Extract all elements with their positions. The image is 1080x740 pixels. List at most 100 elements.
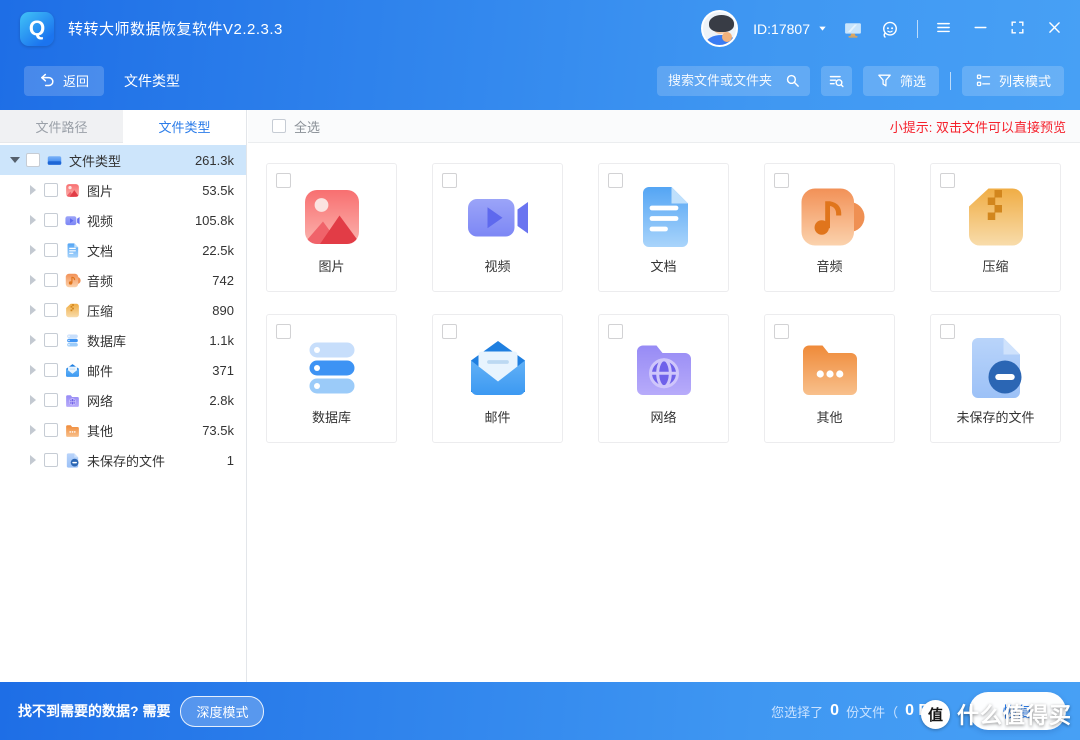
- card-label: 其他: [816, 407, 842, 426]
- tree-item-checkbox[interactable]: [44, 273, 58, 287]
- mail-icon: [462, 332, 534, 404]
- menu-icon[interactable]: [935, 19, 955, 39]
- deep-mode-button[interactable]: 深度模式: [180, 696, 264, 727]
- expand-arrow-icon[interactable]: [28, 275, 38, 285]
- filter-button[interactable]: 筛选: [863, 66, 939, 96]
- tree-item-checkbox[interactable]: [44, 303, 58, 317]
- file-type-card[interactable]: 视频: [432, 163, 563, 292]
- card-label: 网络: [650, 407, 676, 426]
- file-type-card[interactable]: 网络: [598, 314, 729, 443]
- tree-item-label: 未保存的文件: [87, 451, 165, 470]
- tree-item-label: 压缩: [87, 301, 113, 320]
- sidebar-tab-file-path[interactable]: 文件路径: [0, 110, 123, 143]
- search-input[interactable]: [668, 73, 784, 88]
- smzdm-badge-icon: 值: [921, 700, 950, 729]
- file-type-card[interactable]: 其他: [764, 314, 895, 443]
- tree-item-checkbox[interactable]: [44, 183, 58, 197]
- network-icon: [628, 332, 700, 404]
- tree-item-checkbox[interactable]: [44, 243, 58, 257]
- file-type-card[interactable]: 图片: [266, 163, 397, 292]
- drive-icon: [46, 152, 63, 169]
- tree-item[interactable]: 视频 105.8k: [0, 205, 246, 235]
- file-type-card[interactable]: 数据库: [266, 314, 397, 443]
- card-checkbox[interactable]: [940, 173, 955, 188]
- expand-arrow-icon[interactable]: [28, 365, 38, 375]
- file-type-tree: 文件类型261.3k图片53.5k 视频 105.8k 文档22.5k音频742压缩8…: [0, 143, 246, 475]
- audio-icon: [64, 272, 81, 289]
- expand-arrow-icon[interactable]: [28, 335, 38, 345]
- app-title: 转转大师数据恢复软件V2.2.3.3: [68, 18, 283, 39]
- tree-item-checkbox[interactable]: [44, 453, 58, 467]
- file-type-card[interactable]: 文档: [598, 163, 729, 292]
- card-checkbox[interactable]: [608, 173, 623, 188]
- card-checkbox[interactable]: [276, 324, 291, 339]
- select-all-checkbox[interactable]: [272, 119, 286, 133]
- tree-item[interactable]: 音频742: [0, 265, 246, 295]
- expand-arrow-icon[interactable]: [28, 215, 38, 225]
- search-in-results-button[interactable]: [821, 66, 852, 96]
- tree-item-count: 105.8k: [195, 213, 234, 228]
- search-box[interactable]: [657, 66, 810, 96]
- avatar-hair: [709, 15, 734, 32]
- user-id-dropdown[interactable]: ID:17807: [753, 21, 828, 37]
- tree-item-count: 742: [212, 273, 234, 288]
- card-checkbox[interactable]: [940, 324, 955, 339]
- list-mode-button[interactable]: 列表模式: [962, 66, 1064, 96]
- expand-arrow-icon[interactable]: [28, 185, 38, 195]
- collapse-arrow-icon[interactable]: [10, 157, 20, 163]
- tree-item[interactable]: 网络2.8k: [0, 385, 246, 415]
- card-checkbox[interactable]: [276, 173, 291, 188]
- minimize-icon[interactable]: [972, 19, 992, 39]
- other-icon: [794, 332, 866, 404]
- tree-item[interactable]: 数据库1.1k: [0, 325, 246, 355]
- tree-item-count: 371: [212, 363, 234, 378]
- tree-item[interactable]: 文档22.5k: [0, 235, 246, 265]
- file-type-card[interactable]: 邮件: [432, 314, 563, 443]
- monitor-icon[interactable]: [843, 19, 863, 39]
- tree-item-checkbox[interactable]: [44, 213, 58, 227]
- list-search-icon: [828, 72, 845, 89]
- file-type-card[interactable]: 压缩: [930, 163, 1061, 292]
- tree-item[interactable]: 邮件371: [0, 355, 246, 385]
- selection-count: 0: [828, 702, 841, 720]
- close-icon[interactable]: [1046, 19, 1066, 39]
- tree-item[interactable]: 未保存的文件 1: [0, 445, 246, 475]
- tree-item[interactable]: 压缩890: [0, 295, 246, 325]
- tree-item-checkbox[interactable]: [44, 333, 58, 347]
- expand-arrow-icon[interactable]: [28, 395, 38, 405]
- card-checkbox[interactable]: [442, 173, 457, 188]
- expand-arrow-icon[interactable]: [28, 305, 38, 315]
- tree-item-label: 文件类型: [69, 151, 121, 170]
- file-type-card[interactable]: 未保存的文件: [930, 314, 1061, 443]
- file-type-card[interactable]: 音频: [764, 163, 895, 292]
- sidebar-tab-file-type[interactable]: 文件类型: [123, 110, 246, 143]
- tree-item-count: 1: [227, 453, 234, 468]
- expand-arrow-icon[interactable]: [28, 455, 38, 465]
- tree-item-checkbox[interactable]: [44, 393, 58, 407]
- tree-item-label: 视频: [87, 211, 113, 230]
- tree-item-checkbox[interactable]: [26, 153, 40, 167]
- card-checkbox[interactable]: [774, 324, 789, 339]
- support-icon[interactable]: [880, 19, 900, 39]
- card-checkbox[interactable]: [442, 324, 457, 339]
- expand-arrow-icon[interactable]: [28, 245, 38, 255]
- image-icon: [296, 181, 368, 253]
- tree-item[interactable]: 文件类型261.3k: [0, 145, 246, 175]
- tree-item-label: 图片: [87, 181, 113, 200]
- card-label: 压缩: [982, 256, 1008, 275]
- expand-arrow-icon[interactable]: [28, 425, 38, 435]
- user-avatar[interactable]: [701, 10, 738, 47]
- back-button[interactable]: 返回: [24, 66, 104, 96]
- sidebar: 文件路径文件类型 文件类型261.3k图片53.5k视频105.8k文档22.5…: [0, 110, 247, 682]
- tree-item-checkbox[interactable]: [44, 363, 58, 377]
- maximize-icon[interactable]: [1009, 19, 1029, 39]
- tree-item[interactable]: 其他73.5k: [0, 415, 246, 445]
- content-area: 图片视频 文档音频压缩数据库邮件网络 其他 未保存的文件: [248, 143, 1080, 682]
- tree-item-checkbox[interactable]: [44, 423, 58, 437]
- mail-icon: [64, 362, 81, 379]
- card-checkbox[interactable]: [774, 173, 789, 188]
- card-label: 视频: [484, 256, 510, 275]
- tree-item[interactable]: 图片53.5k: [0, 175, 246, 205]
- card-checkbox[interactable]: [608, 324, 623, 339]
- search-icon[interactable]: [784, 72, 801, 89]
